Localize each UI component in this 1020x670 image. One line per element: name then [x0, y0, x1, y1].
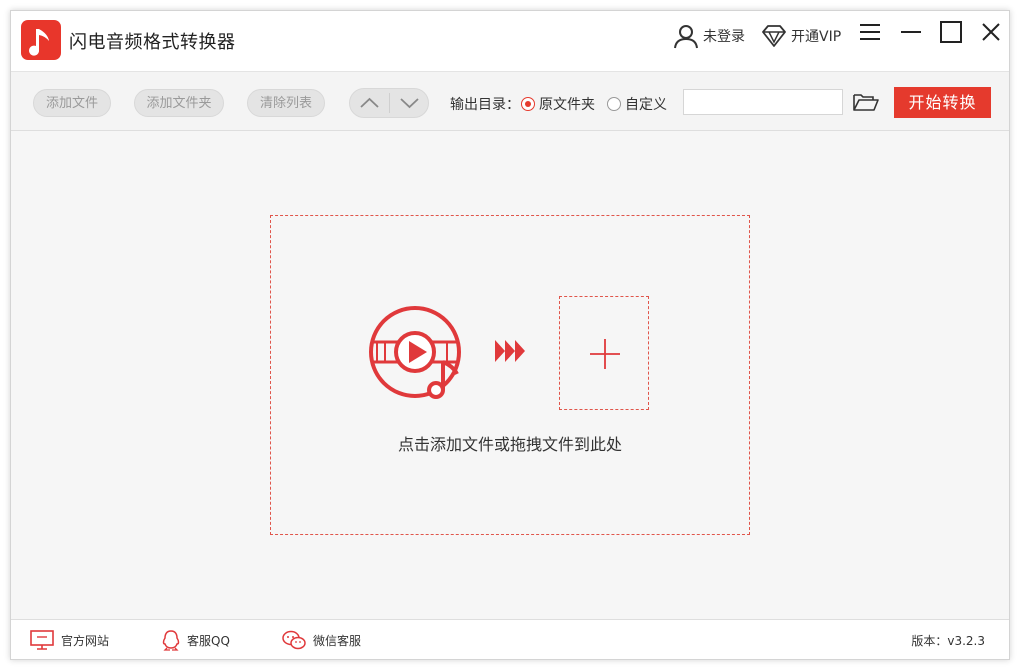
qq-icon: [162, 630, 180, 651]
radio-original-label: 原文件夹: [539, 97, 595, 113]
radio-original-folder[interactable]: 原文件夹: [521, 94, 595, 114]
user-icon: [674, 25, 698, 49]
minimize-button[interactable]: [897, 18, 925, 46]
close-icon: [982, 23, 1000, 41]
vip-label: 开通VIP: [791, 29, 842, 45]
diamond-icon: [762, 25, 786, 47]
add-file-box[interactable]: [559, 296, 649, 410]
title-bar: 闪电音频格式转换器 未登录 开通VIP: [11, 11, 1009, 71]
clear-list-button[interactable]: 清除列表: [247, 89, 325, 117]
login-button[interactable]: 未登录: [673, 17, 745, 55]
app-title: 闪电音频格式转换器: [69, 32, 236, 53]
app-logo-icon: [21, 20, 61, 60]
move-buttons: [349, 88, 429, 118]
wechat-link[interactable]: 微信客服: [281, 628, 361, 652]
vip-button[interactable]: 开通VIP: [761, 17, 841, 55]
wechat-label: 微信客服: [313, 633, 362, 648]
radio-custom-label: 自定义: [625, 97, 667, 113]
monitor-icon: [30, 630, 54, 650]
toolbar: 添加文件 添加文件夹 清除列表 输出目录： 原文件夹 自定义 开始转换: [11, 71, 1009, 131]
close-button[interactable]: [977, 18, 1005, 46]
output-dir-label: 输出目录：: [450, 97, 520, 113]
plus-icon: [590, 339, 620, 369]
radio-original-indicator[interactable]: [521, 97, 535, 111]
chevron-down-icon: [400, 98, 419, 109]
radio-custom-folder[interactable]: 自定义: [607, 94, 667, 114]
maximize-icon: [940, 21, 962, 43]
output-path-input[interactable]: [683, 89, 843, 115]
fast-forward-icon: [495, 340, 525, 362]
qq-link[interactable]: 客服QQ: [161, 628, 230, 652]
version-text: 版本：v3.2.3: [911, 634, 985, 648]
browse-folder-button[interactable]: [851, 89, 881, 115]
minimize-icon: [901, 31, 921, 33]
add-file-button[interactable]: 添加文件: [33, 89, 111, 117]
file-drop-zone[interactable]: 点击添加文件或拖拽文件到此处: [270, 215, 750, 535]
app-window: 闪电音频格式转换器 未登录 开通VIP 添加文件 添加文件夹 清除列表 输出目录…: [10, 10, 1010, 660]
drop-hint-text: 点击添加文件或拖拽文件到此处: [397, 435, 622, 454]
radio-custom-indicator[interactable]: [607, 97, 621, 111]
website-link[interactable]: 官方网站: [29, 628, 109, 652]
maximize-button[interactable]: [937, 18, 965, 46]
start-convert-button[interactable]: 开始转换: [894, 87, 991, 118]
chevron-up-icon: [360, 97, 379, 108]
media-play-icon: [369, 306, 461, 399]
qq-label: 客服QQ: [187, 633, 230, 648]
add-folder-button[interactable]: 添加文件夹: [134, 89, 224, 117]
website-label: 官方网站: [61, 633, 110, 648]
move-down-button[interactable]: [390, 89, 429, 117]
wechat-icon: [282, 630, 306, 650]
menu-icon: [860, 24, 880, 40]
footer: 官方网站 客服QQ 微信客服 版本：v3.2.3: [11, 619, 1009, 659]
folder-open-icon: [853, 94, 879, 111]
menu-button[interactable]: [856, 18, 884, 46]
login-label: 未登录: [703, 29, 745, 45]
move-up-button[interactable]: [350, 89, 389, 117]
